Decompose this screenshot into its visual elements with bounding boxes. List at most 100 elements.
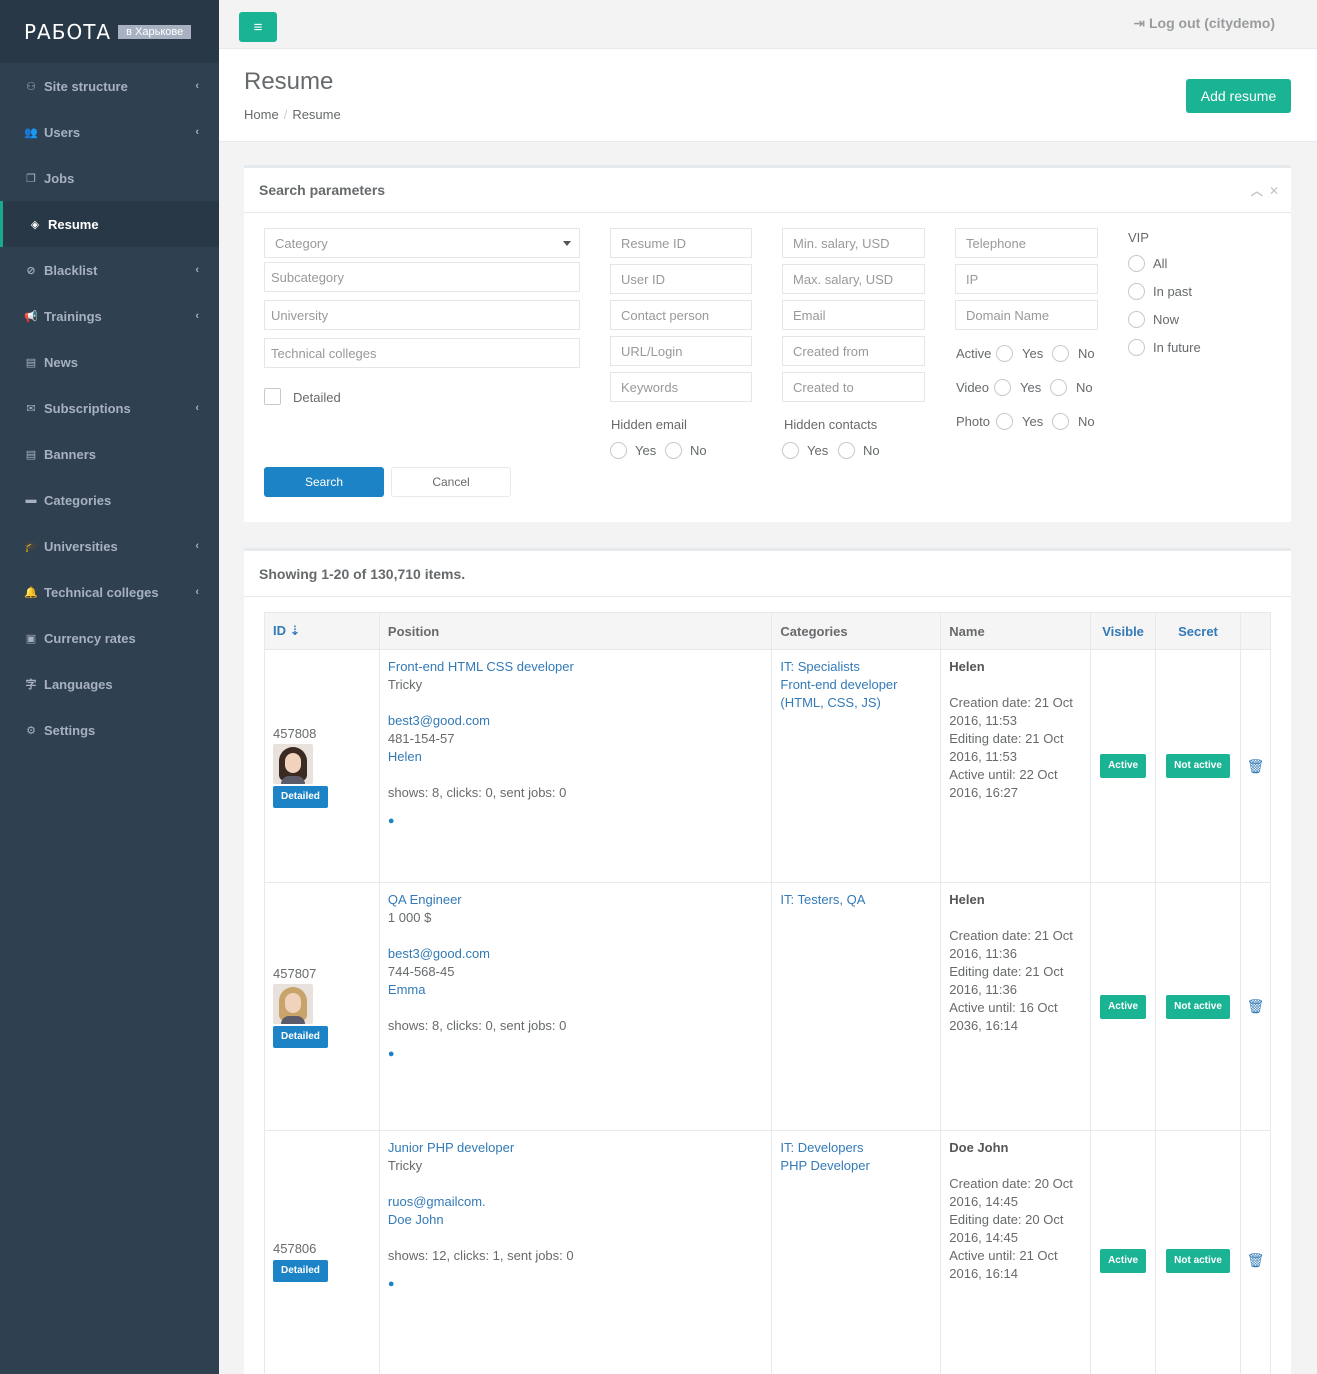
secret-status-badge[interactable]: Not active: [1166, 754, 1230, 778]
vip-now-radio[interactable]: [1128, 311, 1145, 328]
university-input[interactable]: University: [264, 300, 580, 330]
email-link[interactable]: best3@good.com: [388, 945, 764, 963]
position-link[interactable]: QA Engineer: [388, 891, 764, 909]
detailed-checkbox[interactable]: [264, 388, 281, 405]
hidden-email-yes-radio[interactable]: [610, 442, 627, 459]
resume-id-input[interactable]: Resume ID: [610, 228, 752, 258]
sidebar-item-banners[interactable]: ▤ Banners: [0, 431, 219, 477]
telephone-input[interactable]: Telephone: [955, 228, 1098, 258]
sidebar-item-users[interactable]: 👥 Users ‹: [0, 109, 219, 155]
sidebar-item-jobs[interactable]: ❐ Jobs: [0, 155, 219, 201]
created-to-input[interactable]: Created to: [782, 372, 925, 402]
visible-status-badge[interactable]: Active: [1100, 754, 1147, 778]
visible-status-badge[interactable]: Active: [1100, 1248, 1147, 1273]
active-yes-radio[interactable]: [996, 345, 1013, 362]
position-link[interactable]: Front-end HTML CSS developer: [388, 658, 764, 676]
column-id[interactable]: ID ⇣: [264, 612, 380, 650]
breadcrumb-home[interactable]: Home: [244, 107, 279, 122]
hidden-contacts-yes-radio[interactable]: [782, 442, 799, 459]
search-button[interactable]: Search: [264, 467, 384, 497]
trash-icon[interactable]: 🗑: [1247, 998, 1265, 1014]
category-link[interactable]: IT: Developers: [780, 1139, 932, 1157]
sidebar-item-news[interactable]: ▤ News: [0, 339, 219, 385]
contact-link[interactable]: Doe John: [388, 1211, 764, 1229]
email-link[interactable]: best3@good.com: [388, 712, 764, 730]
sidebar-item-languages[interactable]: 字 Languages: [0, 661, 219, 707]
video-no-radio[interactable]: [1050, 379, 1067, 396]
category-select[interactable]: Category: [264, 228, 580, 258]
collapse-icon[interactable]: ︿: [1251, 184, 1263, 198]
date-line: Creation date: 21 Oct: [949, 695, 1073, 710]
vip-in-future-radio[interactable]: [1128, 339, 1145, 356]
contact-person-input[interactable]: Contact person: [610, 300, 752, 330]
sidebar-item-subscriptions[interactable]: ✉ Subscriptions ‹: [0, 385, 219, 431]
comment-icon[interactable]: ●: [388, 812, 764, 830]
visible-status-badge[interactable]: Active: [1100, 994, 1147, 1019]
contact-link[interactable]: Emma: [388, 981, 764, 999]
logo[interactable]: РАБОТА в Харькове: [0, 0, 219, 63]
date-line: Active until: 21 Oct: [949, 1248, 1058, 1263]
hidden-email-no-radio[interactable]: [665, 442, 682, 459]
contact-link[interactable]: Helen: [388, 748, 764, 766]
column-secret[interactable]: Secret: [1155, 612, 1241, 650]
comment-icon[interactable]: ●: [388, 1045, 764, 1063]
sidebar-item-universities[interactable]: 🎓 Universities ‹: [0, 523, 219, 569]
detailed-badge[interactable]: Detailed: [273, 1026, 328, 1048]
category-link[interactable]: IT: Specialists: [780, 658, 932, 676]
categories-cell: IT: Specialists Front-end developer (HTML,…: [771, 649, 942, 883]
trash-icon[interactable]: 🗑: [1247, 1252, 1265, 1268]
column-visible[interactable]: Visible: [1090, 612, 1157, 650]
vip-in-past-radio[interactable]: [1128, 283, 1145, 300]
video-yes-radio[interactable]: [994, 379, 1011, 396]
sidebar-item-settings[interactable]: ⚙ Settings: [0, 707, 219, 753]
logout-link[interactable]: ⇥ Log out (citydemo): [1133, 15, 1275, 32]
subcategory-input[interactable]: Subcategory: [264, 262, 580, 292]
domain-name-input[interactable]: Domain Name: [955, 300, 1098, 330]
photo-no-radio[interactable]: [1052, 413, 1069, 430]
email-input[interactable]: Email: [782, 300, 925, 330]
users-icon: 👥: [24, 126, 38, 139]
min-salary-input[interactable]: Min. salary, USD: [782, 228, 925, 258]
email-link[interactable]: ruos@gmailcom.: [388, 1193, 764, 1211]
money-icon: ▣: [25, 632, 37, 645]
panel-tools: ︿ ✕: [1245, 182, 1279, 199]
user-id-input[interactable]: User ID: [610, 264, 752, 294]
sidebar-item-technical-colleges[interactable]: 🔔 Technical colleges ‹: [0, 569, 219, 615]
category-link[interactable]: (HTML, CSS, JS): [780, 694, 932, 712]
vip-all-radio[interactable]: [1128, 255, 1145, 272]
sidebar-item-resume[interactable]: ◈ Resume: [0, 201, 219, 247]
secret-status-badge[interactable]: Not active: [1166, 1248, 1230, 1273]
menu-toggle-button[interactable]: ≡: [239, 12, 277, 42]
category-link[interactable]: IT: Testers, QA: [780, 891, 932, 909]
photo-yes-radio[interactable]: [996, 413, 1013, 430]
sidebar-item-currency-rates[interactable]: ▣ Currency rates: [0, 615, 219, 661]
add-resume-button[interactable]: Add resume: [1186, 79, 1291, 113]
sidebar-nav: ⚇ Site structure ‹ 👥 Users ‹ ❐ Jobs ◈ Resume ⊘ Blac…: [0, 63, 219, 753]
comment-icon[interactable]: ●: [388, 1275, 764, 1293]
sidebar-item-blacklist[interactable]: ⊘ Blacklist ‹: [0, 247, 219, 293]
sidebar: РАБОТА в Харькове ⚇ Site structure ‹ 👥 Users…: [0, 0, 219, 1374]
sidebar-item-categories[interactable]: ▬ Categories: [0, 477, 219, 523]
category-link[interactable]: Front-end developer: [780, 676, 932, 694]
max-salary-input[interactable]: Max. salary, USD: [782, 264, 925, 294]
detailed-badge[interactable]: Detailed: [273, 785, 328, 808]
sidebar-item-site-structure[interactable]: ⚇ Site structure ‹: [0, 63, 219, 109]
chevron-left-icon: ‹: [195, 310, 199, 322]
technical-colleges-input[interactable]: Technical colleges: [264, 338, 580, 368]
cancel-button[interactable]: Cancel: [391, 467, 511, 497]
active-no-radio[interactable]: [1052, 345, 1069, 362]
detailed-badge[interactable]: Detailed: [273, 1259, 328, 1282]
category-link[interactable]: PHP Developer: [780, 1157, 932, 1175]
hidden-contacts-no-radio[interactable]: [838, 442, 855, 459]
ip-input[interactable]: IP: [955, 264, 1098, 294]
hidden-email-no-label: No: [690, 443, 707, 458]
trash-icon[interactable]: 🗑: [1247, 758, 1265, 774]
url-login-input[interactable]: URL/Login: [610, 336, 752, 366]
position-link[interactable]: Junior PHP developer: [388, 1139, 764, 1157]
close-icon[interactable]: ✕: [1269, 184, 1279, 198]
keywords-input[interactable]: Keywords: [610, 372, 752, 402]
created-from-input[interactable]: Created from: [782, 336, 925, 366]
sidebar-item-trainings[interactable]: 📢 Trainings ‹: [0, 293, 219, 339]
secret-status-badge[interactable]: Not active: [1166, 994, 1230, 1019]
column-name: Name: [940, 612, 1092, 650]
